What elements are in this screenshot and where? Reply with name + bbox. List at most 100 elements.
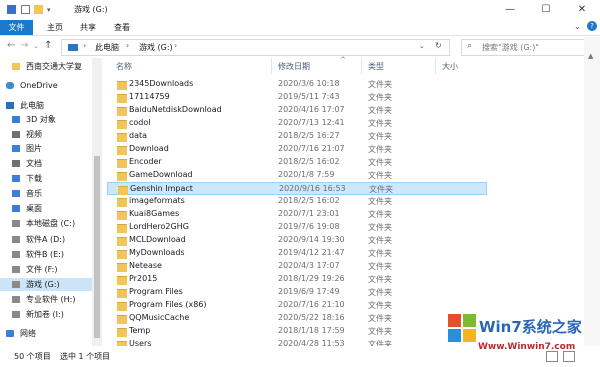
file-row[interactable]: GameDownload 2020/1/8 7:59 文件夹 xyxy=(107,169,577,182)
sidebar-item[interactable]: 文件 (F:) xyxy=(0,263,92,276)
sidebar-item[interactable]: 图片 xyxy=(0,142,92,155)
column-header-name[interactable]: 名称 xyxy=(116,61,132,72)
maximize-button[interactable]: ☐ xyxy=(528,0,564,20)
scrollbar-thumb[interactable] xyxy=(94,156,100,338)
breadcrumb-this-pc[interactable]: 此电脑 xyxy=(95,42,119,53)
new-folder-icon[interactable] xyxy=(34,5,43,14)
column-header-type[interactable]: 类型 xyxy=(368,61,384,72)
file-row[interactable]: Pr2015 2018/1/29 19:26 文件夹 xyxy=(107,273,577,286)
file-row[interactable]: 17114759 2019/5/11 7:43 文件夹 xyxy=(107,91,577,104)
forward-button[interactable]: → xyxy=(20,40,28,51)
save-icon[interactable] xyxy=(7,5,16,14)
sidebar-item[interactable]: 文档 xyxy=(0,157,92,170)
column-divider[interactable] xyxy=(435,58,436,74)
file-list-scrollbar[interactable]: ▲ xyxy=(584,37,600,346)
tab-home[interactable]: 主页 xyxy=(47,20,63,35)
folder-icon xyxy=(12,63,20,70)
sidebar-item[interactable]: 本地磁盘 (C:) xyxy=(0,217,92,230)
navigation-bar: ← → ⌄ ↑ › 此电脑 › 游戏 (G:) › ⌄ ↻ ⌕ 搜索"游戏 (G… xyxy=(0,36,600,58)
close-button[interactable]: ✕ xyxy=(564,0,600,20)
back-button[interactable]: ← xyxy=(7,40,15,51)
sidebar-item[interactable]: 桌面 xyxy=(0,202,92,215)
sidebar-item-label: 图片 xyxy=(26,144,42,153)
watermark: Win7系统之家 Www.Winwin7.com xyxy=(448,306,598,366)
file-row[interactable]: MyDownloads 2019/4/12 21:47 文件夹 xyxy=(107,247,577,260)
properties-icon[interactable] xyxy=(21,5,30,14)
refresh-icon[interactable]: ↻ xyxy=(435,41,442,50)
sidebar-item[interactable]: 新加卷 (I:) xyxy=(0,308,92,321)
column-header-date[interactable]: 修改日期 xyxy=(278,61,310,72)
expand-ribbon-icon[interactable]: ⌄ xyxy=(574,22,581,31)
file-type: 文件夹 xyxy=(368,288,392,297)
file-row[interactable]: Program Files 2019/6/9 17:49 文件夹 xyxy=(107,286,577,299)
scroll-up-icon[interactable]: ▲ xyxy=(588,52,593,60)
folder-icon xyxy=(117,302,127,311)
file-row[interactable]: Genshin Impact 2020/9/16 16:53 文件夹 xyxy=(107,182,487,195)
file-row[interactable]: codol 2020/7/13 12:41 文件夹 xyxy=(107,117,577,130)
folder-icon xyxy=(117,276,127,285)
recent-locations-button[interactable]: ⌄ xyxy=(33,42,39,50)
sidebar-item[interactable]: 软件A (D:) xyxy=(0,233,92,246)
column-header-size[interactable]: 大小 xyxy=(442,61,458,72)
sidebar-item[interactable]: 音乐 xyxy=(0,187,92,200)
watermark-url: Www.Winwin7.com xyxy=(478,342,576,352)
customize-toolbar-icon[interactable]: ▾ xyxy=(47,6,51,14)
file-row[interactable]: imageformats 2018/2/5 16:02 文件夹 xyxy=(107,195,577,208)
sidebar-item[interactable]: OneDrive xyxy=(0,79,92,92)
sidebar-item[interactable]: 此电脑 xyxy=(0,99,92,112)
folder-icon xyxy=(117,328,127,337)
file-name: Program Files xyxy=(129,287,183,296)
breadcrumb-separator[interactable]: › xyxy=(83,41,86,50)
sidebar-item[interactable]: 软件B (E:) xyxy=(0,248,92,261)
watermark-title: Win7系统之家 xyxy=(479,318,582,336)
folder-icon xyxy=(117,107,127,116)
file-type: 文件夹 xyxy=(368,145,392,154)
file-row[interactable]: Netease 2020/4/3 17:07 文件夹 xyxy=(107,260,577,273)
column-divider[interactable] xyxy=(271,58,272,74)
sidebar-item[interactable]: 视频 xyxy=(0,128,92,141)
tab-file[interactable]: 文件 xyxy=(0,20,33,35)
up-button[interactable]: ↑ xyxy=(44,40,52,51)
column-divider[interactable] xyxy=(361,58,362,74)
file-type: 文件夹 xyxy=(368,314,392,323)
sidebar-item[interactable]: 西南交通大学复 xyxy=(0,60,92,73)
sidebar-item[interactable]: 专业软件 (H:) xyxy=(0,293,92,306)
breadcrumb-separator[interactable]: › xyxy=(174,41,177,50)
file-name: Temp xyxy=(129,326,151,335)
tab-view[interactable]: 查看 xyxy=(114,20,130,35)
sidebar-item[interactable]: 网络 xyxy=(0,327,92,340)
file-row[interactable]: Encoder 2018/2/5 16:02 文件夹 xyxy=(107,156,577,169)
file-row[interactable]: BaiduNetdiskDownload 2020/4/16 17:07 文件夹 xyxy=(107,104,577,117)
sidebar-item[interactable]: 游戏 (G:) xyxy=(0,278,92,291)
file-date: 2020/7/13 12:41 xyxy=(278,118,345,127)
selected-count: 选中 1 个项目 xyxy=(60,352,111,361)
file-type: 文件夹 xyxy=(368,301,392,310)
file-row[interactable]: 2345Downloads 2020/3/6 10:18 文件夹 xyxy=(107,78,577,91)
file-name: codol xyxy=(129,118,151,127)
minimize-button[interactable]: — xyxy=(492,0,528,20)
navigation-pane-scrollbar[interactable] xyxy=(92,58,102,346)
breadcrumb-separator[interactable]: › xyxy=(126,41,129,50)
computer-icon xyxy=(68,44,78,51)
folder-icon xyxy=(117,198,127,207)
file-type: 文件夹 xyxy=(368,80,392,89)
breadcrumb-drive[interactable]: 游戏 (G:) xyxy=(139,42,173,53)
file-row[interactable]: data 2018/2/5 16:27 文件夹 xyxy=(107,130,577,143)
file-row[interactable]: LordHero2GHG 2019/7/6 19:08 文件夹 xyxy=(107,221,577,234)
file-row[interactable]: Kuai8Games 2020/7/1 23:01 文件夹 xyxy=(107,208,577,221)
file-type: 文件夹 xyxy=(368,262,392,271)
address-bar[interactable]: › 此电脑 › 游戏 (G:) › ⌄ ↻ xyxy=(61,39,450,56)
file-row[interactable]: Download 2020/7/16 21:07 文件夹 xyxy=(107,143,577,156)
help-icon[interactable]: ? xyxy=(587,21,597,31)
tab-share[interactable]: 共享 xyxy=(80,20,96,35)
file-row[interactable]: MCLDownload 2020/9/14 19:30 文件夹 xyxy=(107,234,577,247)
sidebar-item[interactable]: 3D 对象 xyxy=(0,113,92,126)
folder-icon xyxy=(118,186,128,195)
address-dropdown-icon[interactable]: ⌄ xyxy=(419,42,425,50)
sidebar-item[interactable]: 下载 xyxy=(0,172,92,185)
search-input[interactable]: ⌕ 搜索"游戏 (G:)" xyxy=(461,39,596,56)
folder-icon xyxy=(117,81,127,90)
folder-icon xyxy=(117,315,127,324)
folder-icon xyxy=(117,224,127,233)
network-icon xyxy=(6,330,14,337)
